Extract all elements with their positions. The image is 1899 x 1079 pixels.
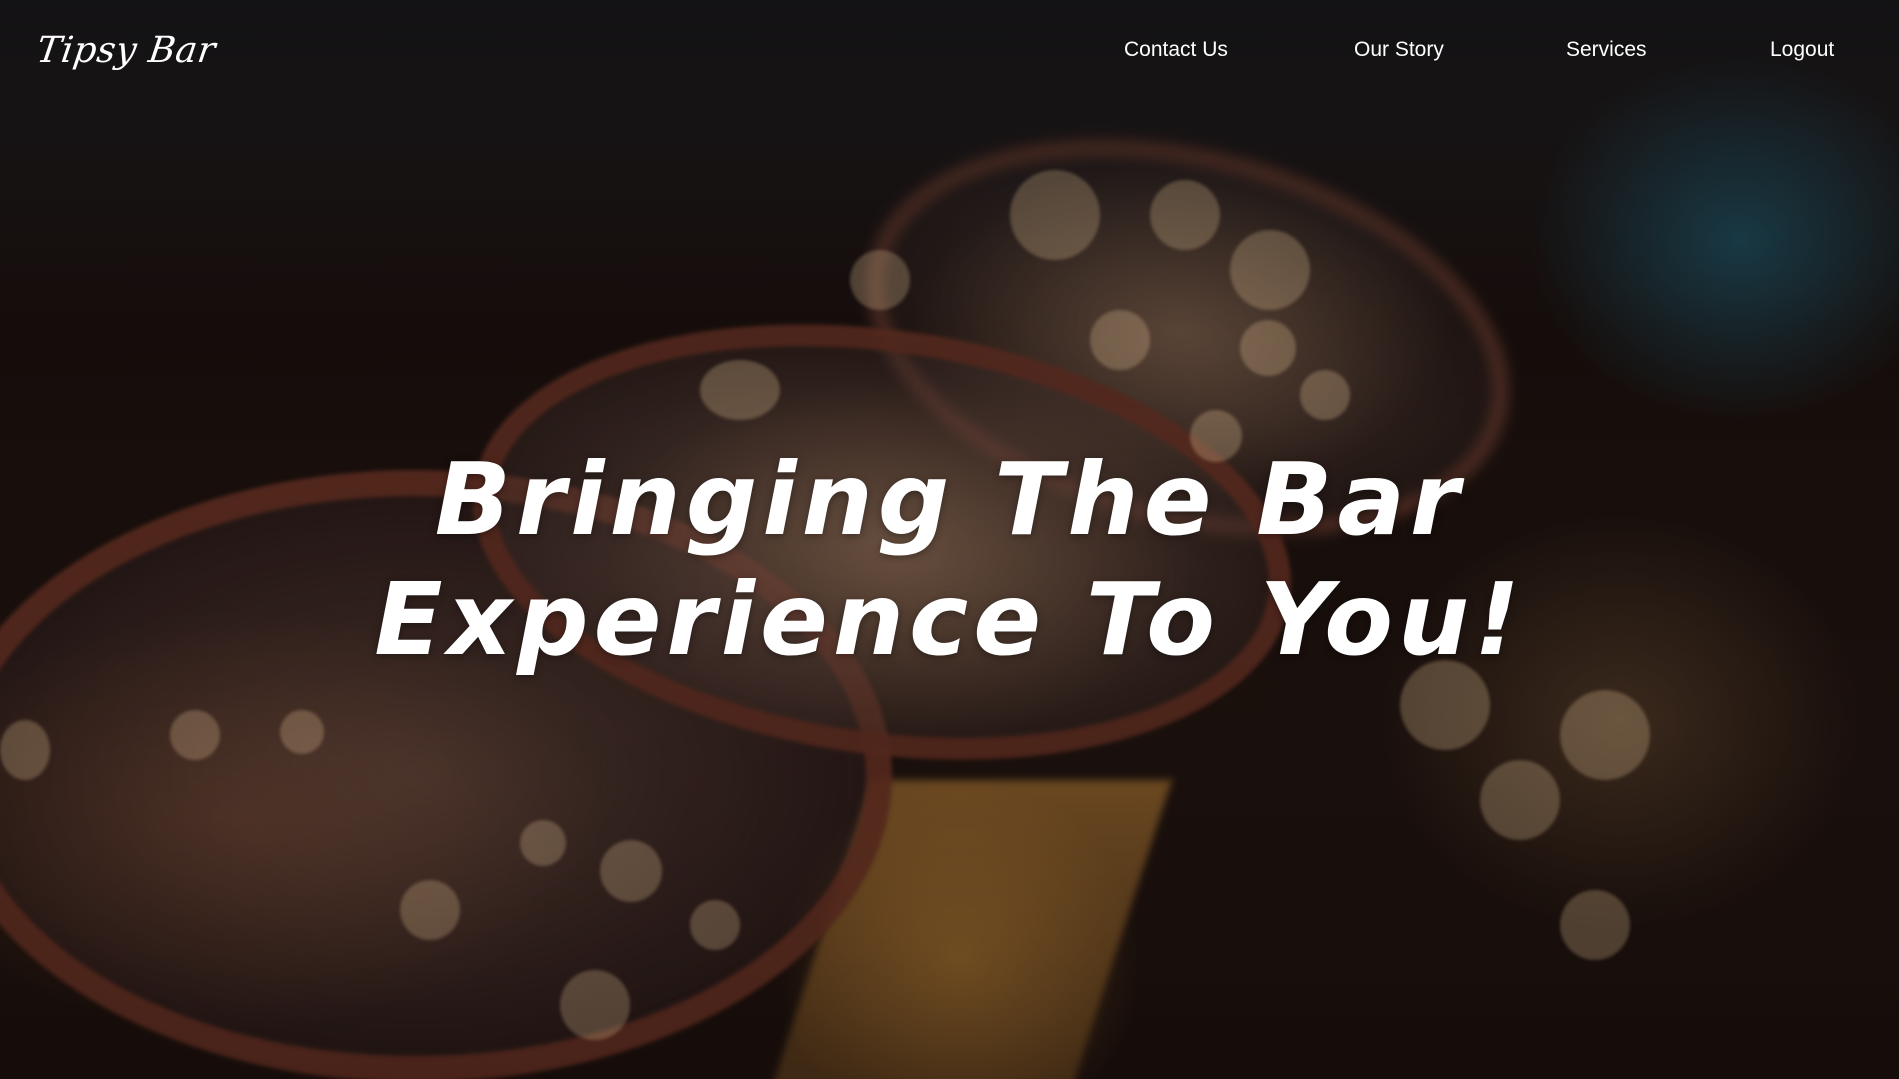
hero-heading-line-2: Experience To You! (374, 561, 1525, 678)
brand-logo[interactable]: Tipsy Bar (34, 30, 218, 71)
nav-link-logout[interactable]: Logout (1770, 38, 1834, 62)
hero-heading: Bringing The Bar Experience To You! (0, 440, 1899, 680)
hero-section: Tipsy Bar Contact Us Our Story Services … (0, 0, 1899, 1079)
nav-link-services[interactable]: Services (1566, 38, 1647, 62)
top-navigation: Tipsy Bar Contact Us Our Story Services … (0, 0, 1899, 110)
hero-heading-line-1: Bringing The Bar (434, 441, 1465, 558)
nav-link-our-story[interactable]: Our Story (1354, 38, 1444, 62)
nav-link-contact-us[interactable]: Contact Us (1124, 38, 1228, 62)
